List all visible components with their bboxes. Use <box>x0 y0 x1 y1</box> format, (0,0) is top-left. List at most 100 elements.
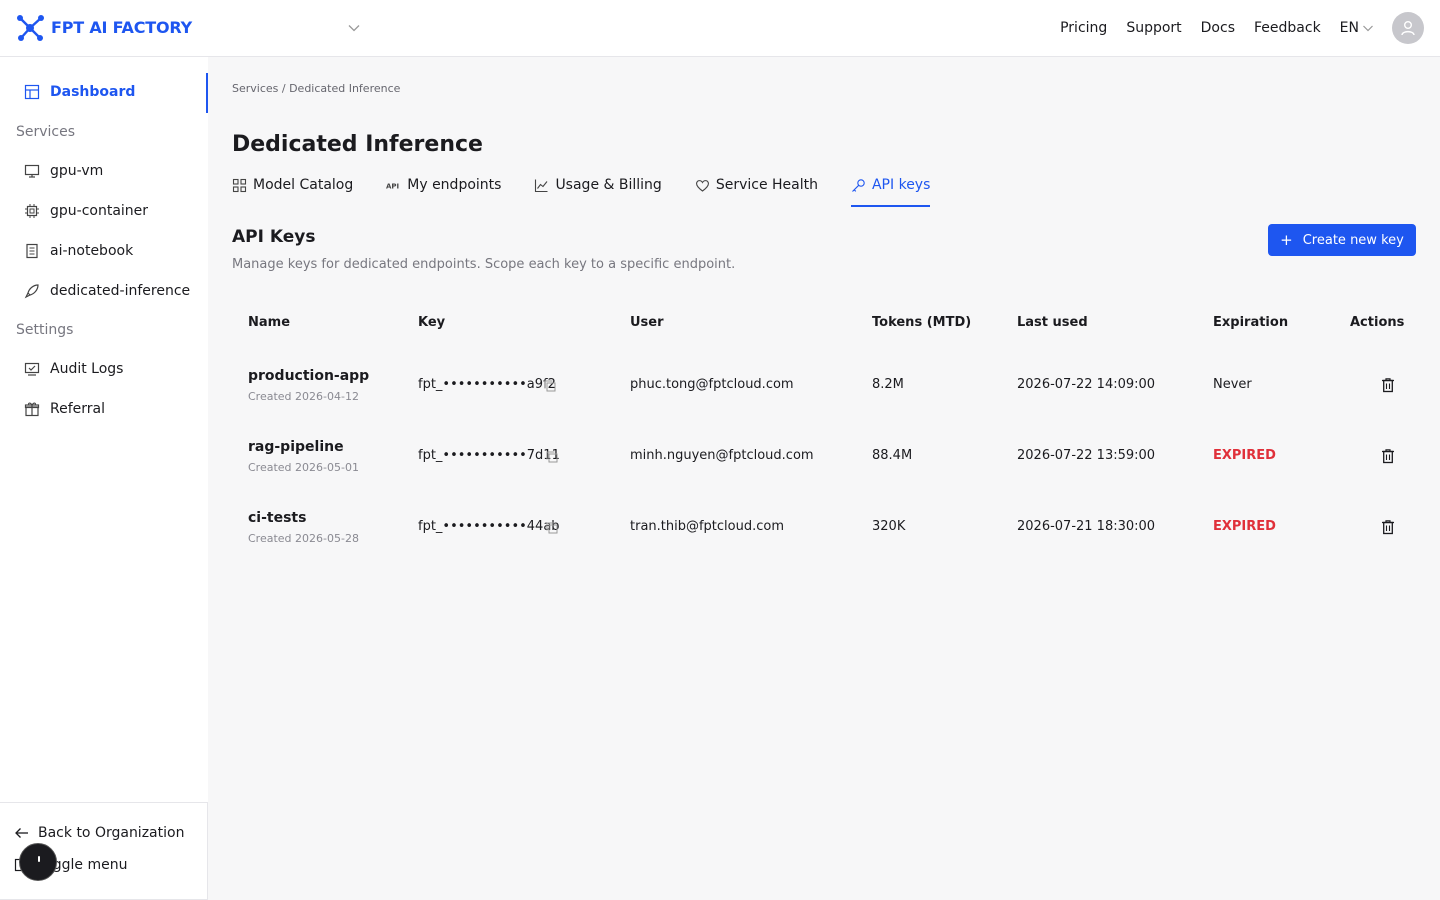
user-email: minh.nguyen@fptcloud.com <box>630 448 814 463</box>
nav-support-link[interactable]: Support <box>1126 20 1181 36</box>
gift-icon <box>24 402 40 417</box>
user-email: tran.thib@fptcloud.com <box>630 519 785 534</box>
copy-icon[interactable] <box>545 450 559 464</box>
masked-key: fpt_•••••••••••a9f2 <box>418 377 556 392</box>
delete-icon[interactable] <box>1380 448 1396 464</box>
section-title: API Keys <box>232 227 316 247</box>
api-icon: API <box>386 182 399 190</box>
sidebar-item-label: ai-notebook <box>50 243 134 259</box>
created-date: Created 2026-05-01 <box>248 461 359 474</box>
nav-feedback-link[interactable]: Feedback <box>1254 20 1321 36</box>
sidebar-item-dedicated-inference[interactable]: dedicated-inference <box>16 273 200 309</box>
floating-action-button[interactable] <box>19 843 57 881</box>
create-new-key-button[interactable]: + Create new key <box>1268 224 1416 256</box>
tab-usage-billing[interactable]: Usage & Billing <box>534 170 662 200</box>
chip-icon <box>25 204 39 218</box>
tokens-mtd: 320K <box>872 519 906 534</box>
section-description: Manage keys for dedicated endpoints. Sco… <box>232 257 736 272</box>
back-to-organization-label: Back to Organization <box>38 825 185 841</box>
create-new-key-label: Create new key <box>1302 232 1404 248</box>
sidebar-item-label: gpu-container <box>50 203 149 219</box>
tokens-mtd: 8.2M <box>872 377 904 392</box>
created-date: Created 2026-05-28 <box>248 532 359 545</box>
last-used: 2026-07-22 13:59:00 <box>1017 448 1156 463</box>
tab-label: My endpoints <box>407 177 502 193</box>
column-header-expiration: Expiration <box>1213 315 1289 330</box>
expiration-status-badge: EXPIRED <box>1213 519 1276 534</box>
sidebar-item-label: Audit Logs <box>50 361 124 377</box>
services-section-label: Services <box>16 124 76 140</box>
nav-pricing-link[interactable]: Pricing <box>1060 20 1107 36</box>
brand-name: FPT AI FACTORY <box>51 18 193 37</box>
user-avatar[interactable] <box>1392 12 1424 44</box>
sidebar-item-gpu-vm[interactable]: gpu-vm <box>16 153 200 189</box>
arrow-left-icon <box>15 828 28 838</box>
network-logo-icon <box>17 15 44 41</box>
column-header-name: Name <box>248 315 291 330</box>
delete-icon[interactable] <box>1380 377 1396 393</box>
tokens-mtd: 88.4M <box>872 448 913 463</box>
notebook-icon <box>26 243 38 259</box>
column-header-last-used: Last used <box>1017 315 1088 330</box>
table-row: ci-tests Created 2026-05-28 fpt_••••••••… <box>232 492 1416 563</box>
grid-icon <box>232 178 247 192</box>
back-to-organization-button[interactable]: Back to Organization <box>14 825 184 841</box>
tab-label: Model Catalog <box>253 177 354 193</box>
key-name: ci-tests <box>248 510 307 526</box>
tab-api-keys[interactable]: API keys <box>850 170 931 207</box>
heart-icon <box>695 179 709 192</box>
active-indicator <box>206 73 208 113</box>
breadcrumb[interactable]: Services / Dedicated Inference <box>232 82 400 95</box>
settings-section-label: Settings <box>16 322 74 338</box>
column-header-user: User <box>630 315 664 330</box>
org-chevron-down-icon[interactable] <box>347 21 361 35</box>
language-selector[interactable]: EN <box>1340 20 1374 36</box>
column-header-actions: Actions <box>1350 315 1405 330</box>
monitor-icon <box>24 164 40 178</box>
table-row: production-app Created 2026-04-12 fpt_••… <box>232 350 1416 421</box>
sidebar-item-label: gpu-vm <box>50 163 104 179</box>
sidebar-item-label: Referral <box>50 401 105 417</box>
sidebar-item-label: Dashboard <box>50 84 136 100</box>
sidebar: Dashboard Services gpu-vm gpu-container … <box>0 57 208 900</box>
top-navigation: Pricing Support Docs Feedback EN <box>1041 12 1424 44</box>
created-date: Created 2026-04-12 <box>248 390 359 403</box>
table-header: Name Key User Tokens (MTD) Last used Exp… <box>232 303 1416 343</box>
last-used: 2026-07-22 14:09:00 <box>1017 377 1156 392</box>
key-name: rag-pipeline <box>248 439 344 455</box>
page-title: Dedicated Inference <box>232 132 483 157</box>
sidebar-item-dashboard[interactable]: Dashboard <box>16 74 200 110</box>
tab-service-health[interactable]: Service Health <box>695 170 818 200</box>
masked-key: fpt_•••••••••••7d11 <box>418 448 560 463</box>
nav-docs-link[interactable]: Docs <box>1201 20 1235 36</box>
copy-icon[interactable] <box>543 379 557 393</box>
user-email: phuc.tong@fptcloud.com <box>630 377 794 392</box>
sidebar-item-referral[interactable]: Referral <box>16 391 200 427</box>
expiration-status-badge: EXPIRED <box>1213 448 1276 463</box>
sidebar-item-gpu-container[interactable]: gpu-container <box>16 193 200 229</box>
tab-my-endpoints[interactable]: API My endpoints <box>386 170 501 200</box>
sidebar-item-audit-logs[interactable]: Audit Logs <box>16 351 200 387</box>
brand-logo[interactable]: FPT AI FACTORY <box>16 14 192 41</box>
column-header-key: Key <box>418 315 446 330</box>
tab-model-catalog[interactable]: Model Catalog <box>232 170 353 200</box>
tab-label: API keys <box>871 177 931 193</box>
key-icon <box>852 178 865 192</box>
language-label: EN <box>1339 20 1359 36</box>
key-name: production-app <box>248 368 370 384</box>
rocket-icon <box>24 284 39 299</box>
table-row: rag-pipeline Created 2026-05-01 fpt_••••… <box>232 421 1416 492</box>
delete-icon[interactable] <box>1380 519 1396 535</box>
copy-icon[interactable] <box>545 521 559 535</box>
column-header-tokens: Tokens (MTD) <box>872 315 972 330</box>
dashboard-icon <box>24 84 40 100</box>
audit-log-icon <box>24 362 40 376</box>
sidebar-item-ai-notebook[interactable]: ai-notebook <box>16 233 200 269</box>
indicator-icon <box>38 856 40 862</box>
svg-text:API: API <box>386 182 399 190</box>
line-chart-icon <box>535 179 548 192</box>
expiration: Never <box>1213 377 1252 392</box>
top-bar: FPT AI FACTORY Pricing Support Docs Feed… <box>0 0 1440 57</box>
user-icon <box>1401 21 1415 36</box>
tab-bar: Model Catalog API My endpoints Usage & B… <box>232 170 963 208</box>
